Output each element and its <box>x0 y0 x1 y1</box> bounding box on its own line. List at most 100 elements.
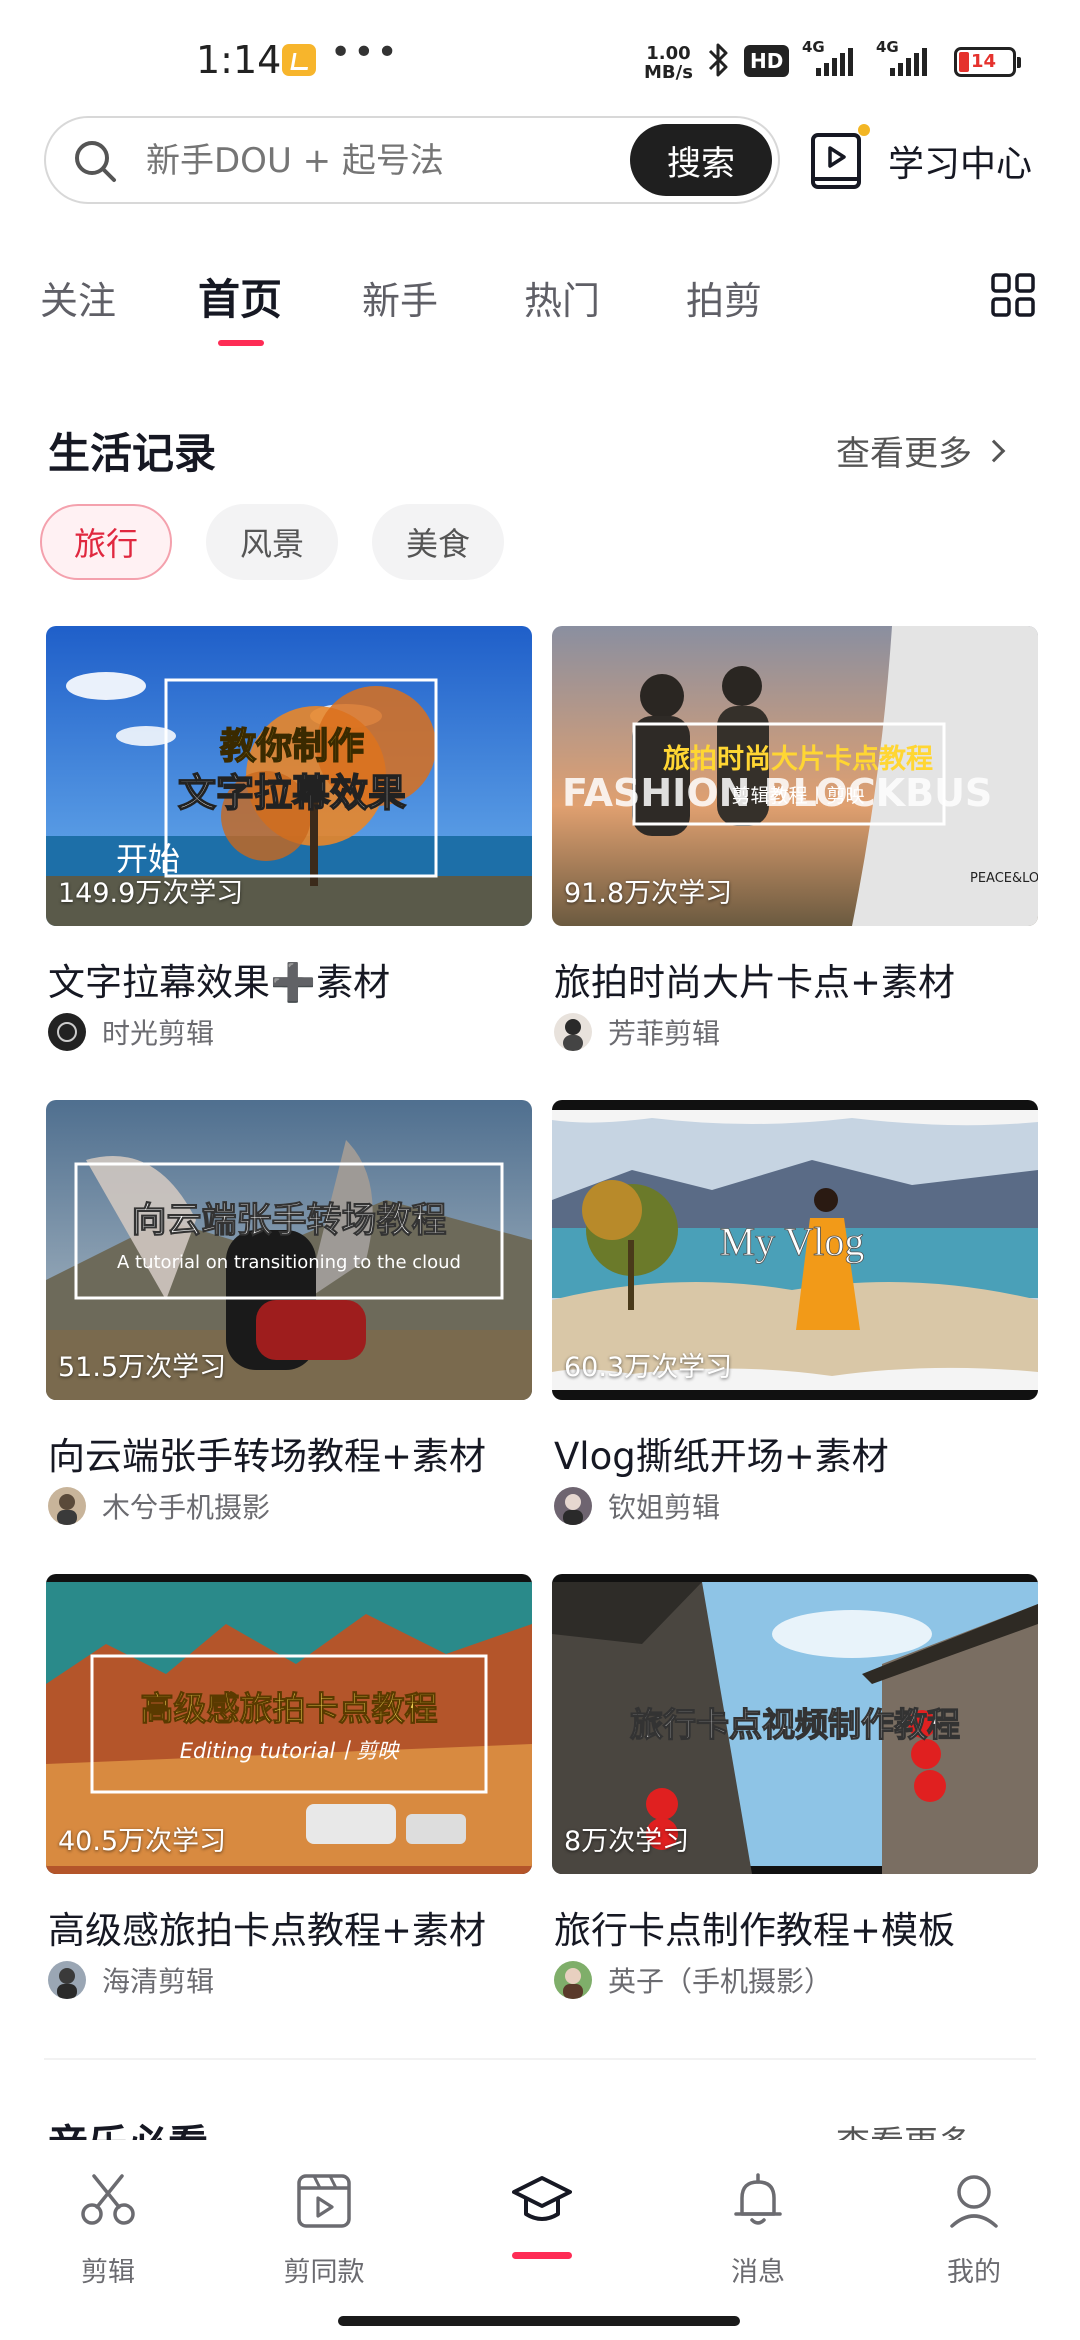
thumb-caption: Editing tutorial丨剪映 <box>180 1739 401 1763</box>
avatar <box>554 1487 592 1525</box>
notification-dot <box>858 124 870 136</box>
card-title[interactable]: 文字拉幕效果➕素材 <box>48 952 390 1006</box>
author-name: 芳菲剪辑 <box>608 1017 721 1050</box>
bell-icon <box>734 2173 782 2225</box>
chip-scenery[interactable]: 风景 <box>206 504 338 580</box>
author[interactable]: 木兮手机摄影 <box>48 1486 270 1526</box>
video-thumbnail[interactable]: 教你制作 文字拉幕效果 开始 149.9万次学习 <box>46 626 532 926</box>
view-count: 40.5万次学习 <box>58 1826 227 1857</box>
nav-label: 剪同款 <box>283 2257 365 2288</box>
avatar <box>554 1961 592 1999</box>
nav-profile[interactable]: 我的 <box>904 2160 1044 2300</box>
nav-label: 我的 <box>947 2257 1001 2288</box>
tab-home[interactable]: 首页 <box>198 266 282 327</box>
video-thumbnail[interactable]: 向云端张手转场教程 A tutorial on transitioning to… <box>46 1100 532 1400</box>
profile-icon <box>950 2175 998 2228</box>
nav-label: 消息 <box>731 2257 785 2288</box>
author[interactable]: 英子（手机摄影） <box>554 1960 832 2000</box>
section-title: 生活记录 <box>48 429 217 478</box>
thumb-caption: My Vlog <box>720 1219 865 1264</box>
chevron-right-icon <box>982 439 1006 462</box>
template-icon <box>297 2174 351 2228</box>
tab-beginner[interactable]: 新手 <box>362 270 438 325</box>
home-indicator[interactable] <box>338 2316 740 2326</box>
card-title[interactable]: 向云端张手转场教程+素材 <box>48 1426 486 1480</box>
active-nav-indicator <box>512 2252 572 2259</box>
author[interactable]: 芳菲剪辑 <box>554 1012 720 1052</box>
search-icon <box>75 141 116 182</box>
card-title[interactable]: 旅拍时尚大片卡点+素材 <box>554 952 955 1006</box>
view-count: 149.9万次学习 <box>58 878 244 909</box>
signal-icon-1: 4G <box>802 38 866 80</box>
next-see-more-link[interactable]: 查看更多 <box>836 2116 972 2140</box>
top-tabs: 关注 首页 新手 热门 拍剪 <box>0 260 1080 360</box>
next-section-title: 音乐必看 <box>48 2112 208 2140</box>
status-time: 1:14 <box>196 38 282 82</box>
author-name: 海清剪辑 <box>102 1965 215 1998</box>
avatar <box>48 1487 86 1525</box>
hd-voice-badge: HD <box>744 45 790 77</box>
card-title[interactable]: Vlog撕纸开场+素材 <box>554 1426 889 1480</box>
nav-templates[interactable]: 剪同款 <box>254 2160 394 2300</box>
signal-icon-2: 4G <box>876 38 940 80</box>
scissors-icon <box>81 2174 135 2225</box>
thumb-caption: 教你制作 <box>220 726 364 767</box>
chip-food[interactable]: 美食 <box>372 504 504 580</box>
tab-popular[interactable]: 热门 <box>524 270 600 325</box>
avatar <box>554 1013 592 1051</box>
thumb-caption: 高级感旅拍卡点教程 <box>141 1689 438 1728</box>
nav-learn[interactable] <box>472 2160 612 2300</box>
search-button[interactable]: 搜索 <box>630 124 772 196</box>
section-divider <box>44 2058 1036 2060</box>
view-count: 91.8万次学习 <box>564 878 733 909</box>
view-count: 51.5万次学习 <box>58 1352 227 1383</box>
network-speed: 1.00 MB/s <box>644 43 693 83</box>
bottom-navigation: 剪辑 剪同款 消息 我的 <box>0 2140 1080 2340</box>
thumb-caption: PEACE&LO <box>970 871 1038 886</box>
learning-center-button[interactable]: 学习中心 <box>810 124 1033 196</box>
nav-edit[interactable]: 剪辑 <box>38 2160 178 2300</box>
nav-messages[interactable]: 消息 <box>688 2160 828 2300</box>
card-title[interactable]: 旅行卡点制作教程+模板 <box>554 1900 955 1954</box>
search-bar[interactable]: 搜索 <box>44 116 780 204</box>
active-tab-indicator <box>218 340 264 346</box>
view-count: 60.3万次学习 <box>564 1352 733 1383</box>
card-title[interactable]: 高级感旅拍卡点教程+素材 <box>48 1900 486 1954</box>
author[interactable]: 钦姐剪辑 <box>554 1486 720 1526</box>
thumb-caption: 旅行卡点视频制作教程 <box>630 1705 960 1744</box>
author-name: 木兮手机摄影 <box>102 1491 271 1524</box>
view-count: 8万次学习 <box>564 1826 690 1857</box>
grid-menu-icon[interactable] <box>990 272 1036 318</box>
more-notifications-icon: ••• <box>330 32 400 73</box>
video-thumbnail[interactable]: 旅行卡点视频制作教程 8万次学习 <box>552 1574 1038 1874</box>
video-thumbnail[interactable]: FASHION BLOCKBUS 旅拍时尚大片卡点教程 剪辑教程丨剪映 PEAC… <box>552 626 1038 926</box>
video-thumbnail[interactable]: 高级感旅拍卡点教程 Editing tutorial丨剪映 40.5万次学习 <box>46 1574 532 1874</box>
thumb-caption: A tutorial on transitioning to the cloud <box>117 1252 461 1273</box>
learning-center-icon <box>810 124 870 192</box>
author[interactable]: 时光剪辑 <box>48 1012 214 1052</box>
avatar <box>48 1013 86 1051</box>
see-more-link[interactable]: 查看更多 <box>836 426 1006 475</box>
nav-label: 剪辑 <box>81 2257 135 2288</box>
thumb-caption: 向云端张手转场教程 <box>131 1201 446 1241</box>
avatar <box>48 1961 86 1999</box>
video-thumbnail[interactable]: My Vlog 60.3万次学习 <box>552 1100 1038 1400</box>
status-bar: 1:14 ••• 1.00 MB/s HD 4G 4G 14 <box>0 0 1080 120</box>
battery-icon: 14 <box>954 47 1021 77</box>
thumb-caption: 剪辑教程丨剪映 <box>731 785 864 807</box>
thumb-caption: 文字拉幕效果 <box>178 771 406 815</box>
author-name: 时光剪辑 <box>102 1017 215 1050</box>
author-name: 英子（手机摄影） <box>608 1965 833 1998</box>
author-name: 钦姐剪辑 <box>608 1491 721 1524</box>
notes-app-icon <box>282 44 316 76</box>
search-input[interactable] <box>146 136 646 186</box>
tab-shoot-edit[interactable]: 拍剪 <box>686 270 762 325</box>
bluetooth-icon <box>708 43 728 77</box>
tab-following[interactable]: 关注 <box>40 270 116 325</box>
thumb-caption: 旅拍时尚大片卡点教程 <box>663 743 933 775</box>
graduation-cap-icon <box>512 2176 572 2221</box>
chip-travel[interactable]: 旅行 <box>40 504 172 580</box>
learning-center-label: 学习中心 <box>888 144 1033 185</box>
author[interactable]: 海清剪辑 <box>48 1960 214 2000</box>
battery-level: 14 <box>971 51 997 72</box>
